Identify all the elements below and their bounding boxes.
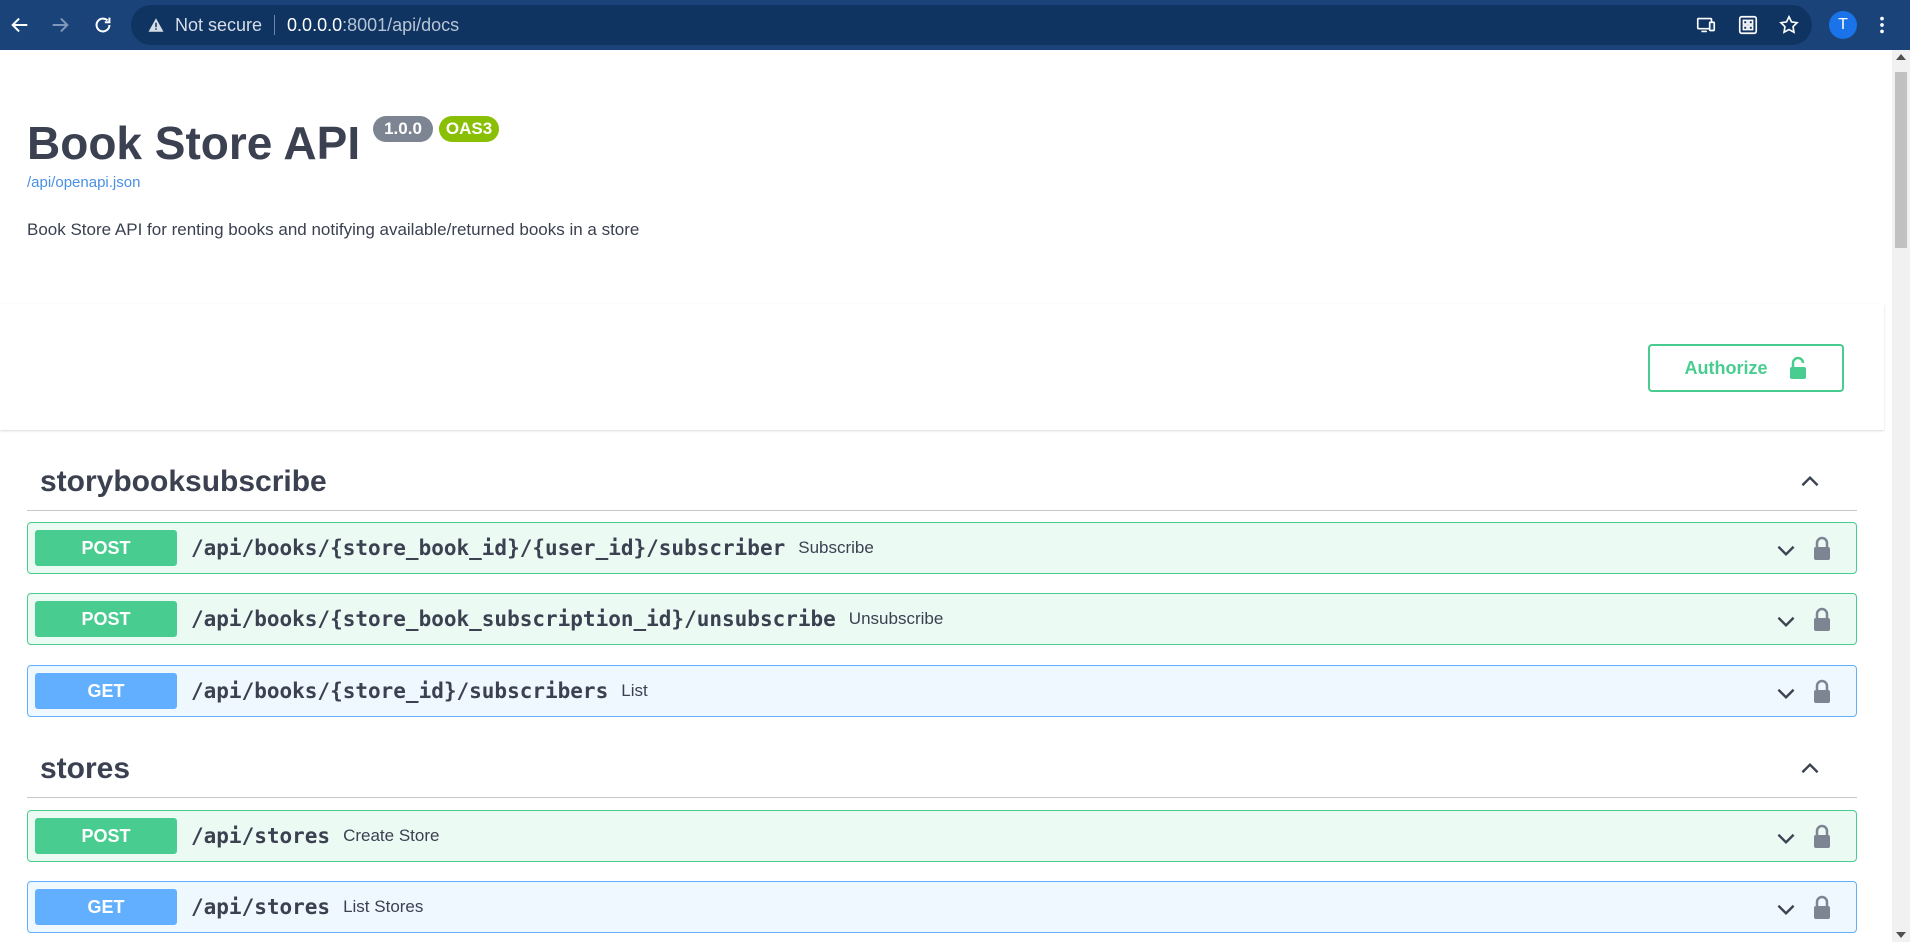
version-badge: 1.0.0: [373, 116, 433, 142]
authorize-label: Authorize: [1684, 357, 1768, 378]
op-summary: Subscribe: [798, 538, 874, 557]
tag-name: stores: [40, 752, 131, 785]
lock-icon[interactable]: [1812, 606, 1832, 632]
warning-triangle-icon: [148, 18, 164, 32]
opblock-post-unsubscribe[interactable]: POST /api/books/{store_book_subscription…: [27, 593, 1857, 645]
op-path: /api/books/{store_id}/subscribers: [191, 679, 609, 703]
profile-avatar[interactable]: T: [1829, 11, 1857, 39]
tag-section-storybooksubscribe: storybooksubscribe POST /api/books/{stor…: [27, 455, 1857, 775]
scrollbar-thumb[interactable]: [1895, 72, 1907, 248]
method-badge: POST: [35, 818, 177, 854]
forward-arrow-icon[interactable]: [46, 11, 74, 39]
opblock-get-subscribers[interactable]: GET /api/books/{store_id}/subscribers Li…: [27, 665, 1857, 717]
address-divider: [274, 15, 276, 35]
lock-icon[interactable]: [1812, 823, 1832, 849]
opblock-post-create-store[interactable]: POST /api/stores Create Store: [27, 810, 1857, 862]
lock-icon[interactable]: [1812, 535, 1832, 561]
method-badge: POST: [35, 530, 177, 566]
chevron-down-icon[interactable]: [1773, 537, 1799, 563]
opblock-get-list-stores[interactable]: GET /api/stores List Stores: [27, 881, 1857, 933]
chevron-down-icon[interactable]: [1773, 825, 1799, 851]
cast-device-icon[interactable]: [1693, 12, 1719, 38]
op-summary: List Stores: [343, 897, 424, 916]
op-path: /api/books/{store_book_subscription_id}/…: [191, 607, 836, 631]
opblock-post-subscribe[interactable]: POST /api/books/{store_book_id}/{user_id…: [27, 522, 1857, 574]
api-description: Book Store API for renting books and not…: [27, 220, 640, 239]
unlock-icon: [1789, 356, 1806, 379]
op-summary: Unsubscribe: [848, 609, 944, 628]
scheme-container: Authorize: [0, 304, 1884, 430]
reload-icon[interactable]: [89, 11, 117, 39]
op-path: /api/books/{store_book_id}/{user_id}/sub…: [191, 536, 786, 560]
not-secure-label[interactable]: Not secure: [175, 15, 262, 36]
api-info: Book Store API: [27, 116, 360, 170]
openapi-json-link[interactable]: /api/openapi.json: [27, 174, 140, 191]
url-host: 0.0.0.0: [287, 14, 343, 35]
lock-icon[interactable]: [1812, 678, 1832, 704]
op-summary: Create Store: [343, 826, 440, 845]
chevron-down-icon[interactable]: [1773, 896, 1799, 922]
tag-header[interactable]: stores: [27, 742, 1857, 798]
address-bar[interactable]: Not secure 0.0.0.0:8001/api/docs: [131, 5, 1812, 45]
tag-name: storybooksubscribe: [40, 465, 327, 498]
page-scrollbar[interactable]: [1892, 50, 1910, 942]
browser-menu-icon[interactable]: [1872, 11, 1892, 39]
chevron-up-icon[interactable]: [1797, 756, 1823, 782]
scroll-up-arrow-icon[interactable]: [1896, 54, 1906, 60]
chevron-down-icon[interactable]: [1773, 680, 1799, 706]
chevron-down-icon[interactable]: [1773, 608, 1799, 634]
lock-icon[interactable]: [1812, 894, 1832, 920]
browser-toolbar: Not secure 0.0.0.0:8001/api/docs T: [0, 0, 1910, 50]
scroll-down-arrow-icon[interactable]: [1896, 932, 1906, 938]
bookmark-star-icon[interactable]: [1776, 12, 1802, 38]
method-badge: GET: [35, 673, 177, 709]
op-path: /api/stores: [191, 824, 331, 848]
method-badge: GET: [35, 889, 177, 925]
method-badge: POST: [35, 601, 177, 637]
swagger-ui: Book Store API 1.0.0 OAS3 /api/openapi.j…: [0, 50, 1892, 942]
chevron-up-icon[interactable]: [1797, 469, 1823, 495]
tag-section-stores: stores POST /api/stores Create Store GET…: [27, 742, 1857, 942]
tag-header[interactable]: storybooksubscribe: [27, 455, 1857, 511]
op-path: /api/stores: [191, 895, 331, 919]
op-summary: List: [621, 681, 648, 700]
api-title: Book Store API: [27, 117, 361, 169]
authorize-button[interactable]: Authorize: [1648, 344, 1844, 392]
qr-code-icon[interactable]: [1735, 12, 1761, 38]
back-arrow-icon[interactable]: [6, 11, 34, 39]
oas-badge: OAS3: [439, 116, 499, 142]
url-path: :8001/api/docs: [342, 14, 460, 35]
